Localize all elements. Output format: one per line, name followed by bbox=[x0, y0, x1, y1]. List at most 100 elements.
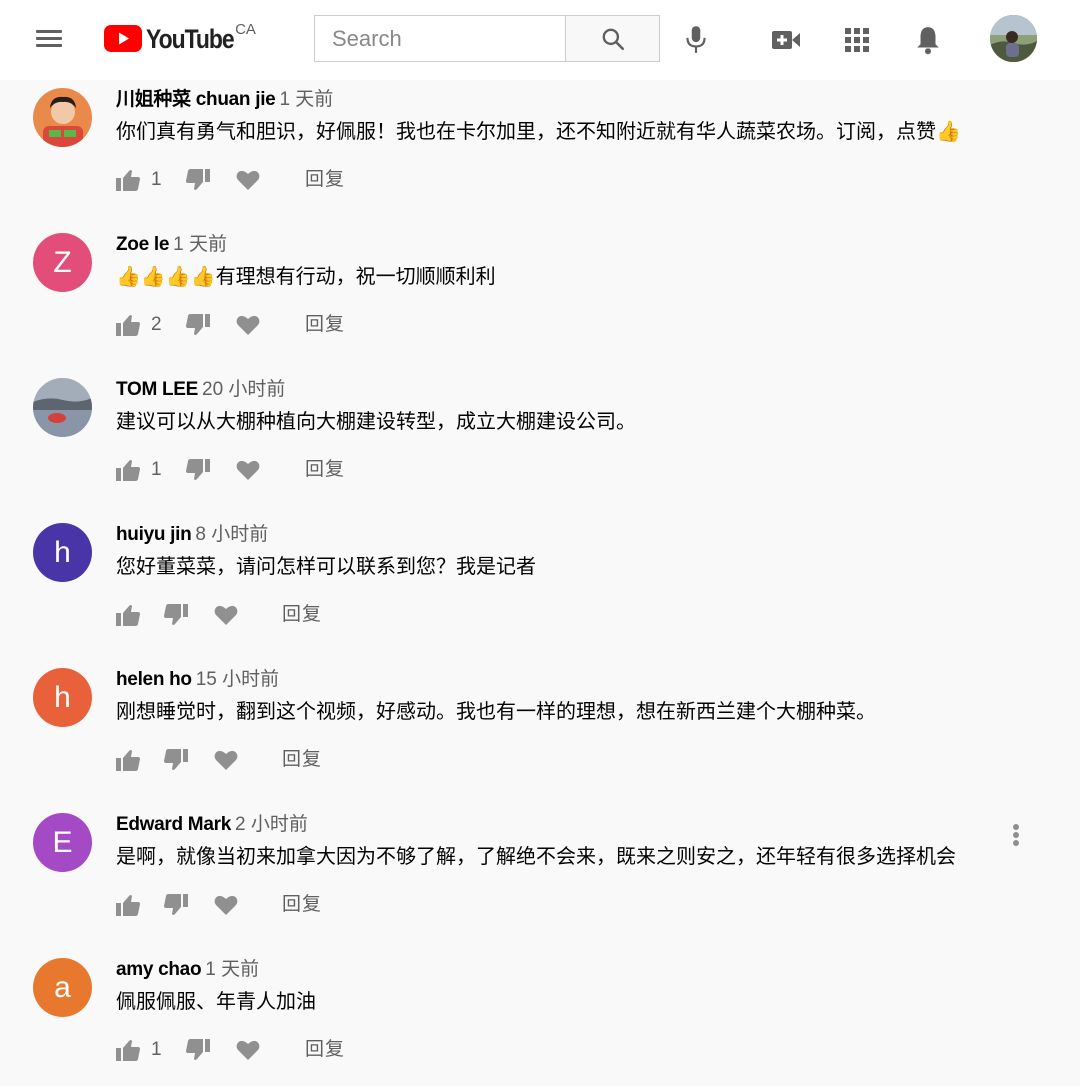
author-avatar[interactable]: h bbox=[33, 668, 92, 727]
comment-text: 您好董菜菜，请问怎样可以联系到您？我是记者 bbox=[116, 556, 536, 578]
comment-header: Edward Mark 2 小时前 bbox=[116, 813, 308, 837]
reply-button[interactable]: 回复 bbox=[305, 164, 345, 196]
comment-header: amy chao 1 天前 bbox=[116, 958, 259, 982]
like-button[interactable] bbox=[116, 164, 140, 196]
author-name[interactable]: huiyu jin bbox=[116, 524, 192, 545]
comment-time[interactable]: 20 小时前 bbox=[202, 379, 285, 400]
more-actions-icon[interactable] bbox=[1006, 821, 1026, 849]
youtube-logo[interactable]: YouTube CA bbox=[104, 22, 256, 58]
reply-button[interactable]: 回复 bbox=[305, 454, 345, 486]
logo-text: YouTube bbox=[146, 24, 235, 54]
comment-actions: 1 回复 bbox=[116, 1034, 516, 1066]
author-avatar[interactable]: Z bbox=[33, 233, 92, 292]
comment-text: 佩服佩服、年青人加油 bbox=[116, 991, 316, 1013]
thumbs-down-icon bbox=[186, 314, 210, 335]
comment-text: 👍👍👍👍有理想有行动，祝一切顺顺利利 bbox=[116, 266, 496, 288]
comment-time[interactable]: 2 小时前 bbox=[235, 814, 308, 835]
heart-button[interactable] bbox=[236, 1034, 260, 1066]
heart-icon bbox=[214, 750, 238, 770]
comment-time[interactable]: 15 小时前 bbox=[196, 669, 279, 690]
dislike-button[interactable] bbox=[186, 164, 210, 196]
like-button[interactable] bbox=[116, 889, 140, 921]
comment-actions: 回复 bbox=[116, 599, 516, 631]
like-button[interactable] bbox=[116, 744, 140, 776]
heart-button[interactable] bbox=[236, 454, 260, 486]
thumbs-down-icon bbox=[164, 604, 188, 625]
heart-button[interactable] bbox=[236, 309, 260, 341]
comment-header: Zoe le 1 天前 bbox=[116, 233, 227, 257]
youtube-play-icon bbox=[104, 25, 142, 52]
author-name[interactable]: Edward Mark bbox=[116, 814, 231, 835]
comment-header: helen ho 15 小时前 bbox=[116, 668, 279, 692]
author-avatar[interactable]: a bbox=[33, 958, 92, 1017]
like-count: 2 bbox=[151, 314, 162, 335]
reply-button[interactable]: 回复 bbox=[282, 599, 322, 631]
comment-text: 是啊，就像当初来加拿大因为不够了解，了解绝不会来，既来之则安之，还年轻有很多选择… bbox=[116, 846, 956, 868]
author-name[interactable]: 川姐种菜 chuan jie bbox=[116, 89, 276, 110]
user-avatar[interactable] bbox=[990, 15, 1037, 62]
comment-thread: a amy chao 1 天前 佩服佩服、年青人加油 1 回复 bbox=[0, 950, 1080, 1086]
thumbs-up-icon bbox=[116, 895, 140, 916]
comment-thread: h huiyu jin 8 小时前 您好董菜菜，请问怎样可以联系到您？我是记者 回… bbox=[0, 515, 1080, 660]
heart-button[interactable] bbox=[236, 164, 260, 196]
author-avatar[interactable]: h bbox=[33, 523, 92, 582]
comment-time[interactable]: 1 天前 bbox=[279, 89, 333, 110]
thumbs-down-icon bbox=[164, 894, 188, 915]
dislike-button[interactable] bbox=[164, 599, 188, 631]
thumbs-up-icon bbox=[116, 460, 140, 481]
comment-actions: 回复 bbox=[116, 744, 516, 776]
heart-icon bbox=[214, 605, 238, 625]
heart-button[interactable] bbox=[214, 744, 238, 776]
dislike-button[interactable] bbox=[186, 1034, 210, 1066]
thumbs-up-icon bbox=[116, 750, 140, 771]
author-avatar[interactable] bbox=[33, 88, 92, 147]
comment-time[interactable]: 1 天前 bbox=[205, 959, 259, 980]
comment-actions: 回复 bbox=[116, 889, 516, 921]
like-button[interactable] bbox=[116, 309, 140, 341]
reply-button[interactable]: 回复 bbox=[282, 889, 322, 921]
dislike-button[interactable] bbox=[186, 454, 210, 486]
reply-button[interactable]: 回复 bbox=[305, 1034, 345, 1066]
reply-button[interactable]: 回复 bbox=[305, 309, 345, 341]
author-name[interactable]: helen ho bbox=[116, 669, 192, 690]
heart-icon bbox=[236, 1040, 260, 1060]
menu-icon[interactable] bbox=[34, 26, 66, 52]
comment-time[interactable]: 8 小时前 bbox=[195, 524, 268, 545]
dislike-button[interactable] bbox=[164, 744, 188, 776]
comment-header: TOM LEE 20 小时前 bbox=[116, 378, 285, 402]
comment-actions: 2 回复 bbox=[116, 309, 516, 341]
thumbs-up-icon bbox=[116, 1040, 140, 1061]
heart-button[interactable] bbox=[214, 889, 238, 921]
comment-text: 建议可以从大棚种植向大棚建设转型，成立大棚建设公司。 bbox=[116, 411, 636, 433]
comment-text: 刚想睡觉时，翻到这个视频，好感动。我也有一样的理想，想在新西兰建个大棚种菜。 bbox=[116, 701, 876, 723]
heart-button[interactable] bbox=[214, 599, 238, 631]
search-bar bbox=[314, 15, 660, 62]
reply-button[interactable]: 回复 bbox=[282, 744, 322, 776]
search-icon bbox=[602, 28, 624, 50]
create-video-icon[interactable] bbox=[766, 20, 806, 60]
like-count: 1 bbox=[151, 169, 162, 190]
author-name[interactable]: Zoe le bbox=[116, 234, 169, 255]
like-button[interactable] bbox=[116, 454, 140, 486]
author-avatar[interactable] bbox=[33, 378, 92, 437]
apps-icon[interactable] bbox=[837, 20, 877, 60]
thumbs-down-icon bbox=[186, 1039, 210, 1060]
dislike-button[interactable] bbox=[186, 309, 210, 341]
comment-time[interactable]: 1 天前 bbox=[173, 234, 227, 255]
author-name[interactable]: amy chao bbox=[116, 959, 202, 980]
search-input[interactable] bbox=[314, 15, 565, 62]
masthead: YouTube CA bbox=[0, 0, 1080, 80]
heart-icon bbox=[214, 895, 238, 915]
comment-thread: 川姐种菜 chuan jie 1 天前 你们真有勇气和胆识，好佩服！我也在卡尔加里… bbox=[0, 80, 1080, 225]
author-name[interactable]: TOM LEE bbox=[116, 379, 198, 400]
like-button[interactable] bbox=[116, 1034, 140, 1066]
mic-icon[interactable] bbox=[676, 20, 716, 60]
like-count: 1 bbox=[151, 1039, 162, 1060]
like-button[interactable] bbox=[116, 599, 140, 631]
search-button[interactable] bbox=[565, 15, 660, 62]
dislike-button[interactable] bbox=[164, 889, 188, 921]
comment-header: 川姐种菜 chuan jie 1 天前 bbox=[116, 88, 333, 112]
author-avatar[interactable]: E bbox=[33, 813, 92, 872]
comment-thread: h helen ho 15 小时前 刚想睡觉时，翻到这个视频，好感动。我也有一样的… bbox=[0, 660, 1080, 805]
bell-icon[interactable] bbox=[908, 20, 948, 60]
